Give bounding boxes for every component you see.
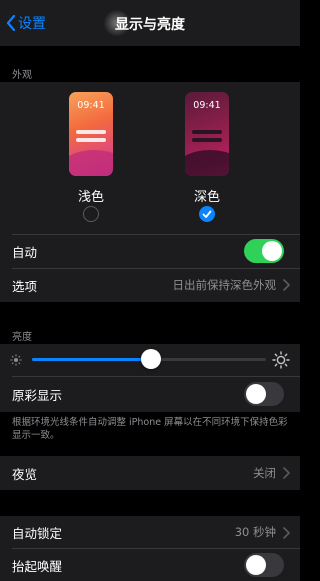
auto-lock-value: 30 秒钟 (234, 525, 276, 539)
raise-to-wake-toggle[interactable] (244, 553, 284, 577)
true-tone-label: 原彩显示 (12, 387, 63, 403)
auto-lock-label: 自动锁定 (12, 525, 63, 541)
night-shift-value: 关闭 (253, 466, 276, 480)
options-label: 选项 (12, 278, 38, 294)
toggle-knob (246, 384, 266, 404)
auto-label: 自动 (12, 244, 38, 260)
brightness-slider-fill (32, 358, 152, 361)
light-preview-notification-bar (76, 138, 106, 142)
toggle-knob (246, 555, 266, 575)
true-tone-toggle[interactable] (244, 382, 284, 406)
raise-to-wake-row: 抬起唤醒 (0, 549, 300, 581)
dark-preview-notification-bar (192, 138, 222, 142)
brightness-low-icon (10, 354, 22, 366)
dark-preview-time: 09:41 (193, 100, 221, 111)
page-title: 显示与亮度 (115, 17, 185, 33)
light-preview-time: 09:41 (77, 100, 105, 111)
raise-to-wake-label: 抬起唤醒 (12, 558, 63, 574)
light-mode-preview[interactable]: 09:41 (69, 92, 113, 176)
appearance-section-header: 外观 (12, 70, 32, 81)
checkmark-icon (202, 210, 212, 218)
night-shift-row[interactable]: 夜览 关闭 (0, 456, 300, 490)
dark-preview-wallpaper-shape (185, 150, 229, 176)
brightness-high-icon (272, 351, 290, 369)
appearance-options-row[interactable]: 选项 日出前保持深色外观 (0, 268, 300, 302)
light-mode-radio[interactable] (83, 206, 99, 222)
navigation-bar: 设置 显示与亮度 (0, 0, 300, 46)
dark-mode-label: 深色 (193, 190, 220, 205)
toggle-knob (262, 241, 282, 261)
light-preview-wallpaper-shape (69, 150, 113, 176)
auto-lock-row[interactable]: 自动锁定 30 秒钟 (0, 516, 300, 548)
true-tone-row: 原彩显示 (0, 377, 300, 411)
light-preview-notification-bar (76, 130, 106, 134)
brightness-slider[interactable] (32, 349, 266, 369)
chevron-right-icon (283, 279, 290, 291)
light-mode-label: 浅色 (77, 190, 104, 205)
true-tone-footnote: 根据环境光线条件自动调整 iPhone 屏幕以在不同环境下保持色彩显示一致。 (12, 417, 288, 441)
chevron-right-icon (283, 527, 290, 539)
chevron-right-icon (283, 467, 290, 479)
dark-preview-notification-bar (192, 130, 222, 134)
auto-appearance-row: 自动 (0, 234, 300, 268)
brightness-section-header: 亮度 (12, 332, 32, 343)
dark-mode-radio[interactable] (199, 206, 215, 222)
options-value: 日出前保持深色外观 (172, 278, 277, 292)
auto-toggle[interactable] (244, 239, 284, 263)
dark-mode-preview[interactable]: 09:41 (185, 92, 229, 176)
night-shift-label: 夜览 (12, 466, 38, 482)
